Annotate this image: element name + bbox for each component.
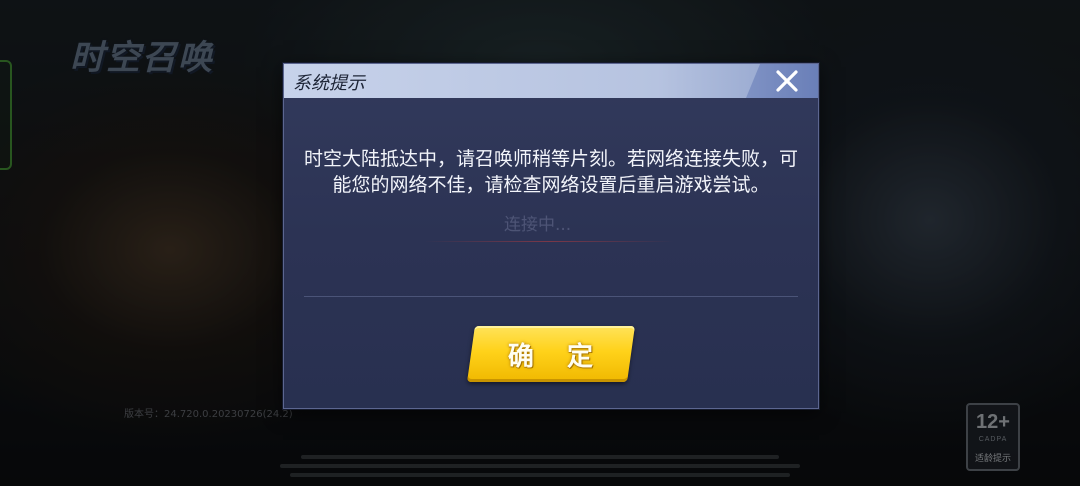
confirm-button[interactable]: 确 定	[467, 326, 635, 382]
underlying-divider	[424, 241, 674, 242]
dialog-titlebar: 系统提示	[284, 64, 818, 98]
close-icon	[776, 70, 798, 92]
dialog-message: 时空大陆抵达中，请召唤师稍等片刻。若网络连接失败，可能您的网络不佳，请检查网络设…	[304, 148, 799, 196]
game-screen: 时空召唤 版本号：24.720.0.20230726(24.2) 12+ CAD…	[0, 0, 1080, 486]
dialog-title: 系统提示	[293, 73, 365, 94]
close-button[interactable]	[746, 64, 818, 98]
underlying-status-text: 连接中...	[504, 215, 572, 235]
system-dialog: 系统提示 连接中... 时空大陆抵达中，请召唤师稍等片刻。若网络连接失败，可能您…	[283, 63, 819, 409]
dialog-divider	[304, 296, 798, 297]
confirm-button-label: 确 定	[508, 341, 606, 372]
